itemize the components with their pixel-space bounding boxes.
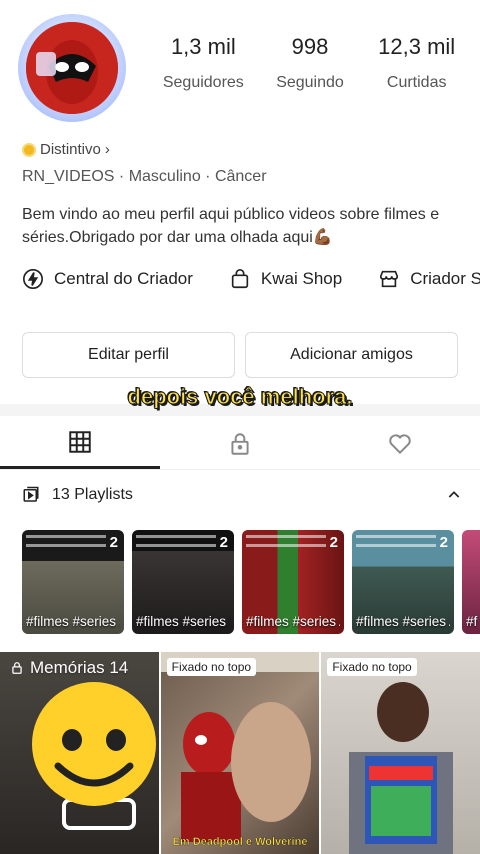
- playlist-title: #filmes #series #ce...: [26, 614, 120, 629]
- content-tabs: [0, 418, 480, 470]
- video-cell[interactable]: Fixado no topo: [321, 652, 480, 854]
- memories-cell[interactable]: Memórias 14: [0, 652, 159, 854]
- pinned-badge: Fixado no topo: [327, 658, 417, 676]
- playlist-thumb-text: [26, 544, 106, 547]
- playlist-title: #filmes #series Abe...: [246, 614, 340, 629]
- edit-profile-button[interactable]: Editar perfil: [22, 332, 235, 378]
- video-thumbnail: [349, 682, 454, 854]
- pinned-badge: Fixado no topo: [166, 658, 257, 676]
- following-label: Seguindo: [276, 74, 344, 91]
- heart-icon: [389, 433, 411, 454]
- shortcut-creator-store[interactable]: Criador S: [378, 268, 480, 290]
- following-count: 998: [291, 34, 329, 59]
- badge-link[interactable]: Distintivo ›: [22, 141, 110, 158]
- profile-stats: 1,3 mil Seguidores 998 Seguindo 12,3 mil…: [150, 34, 470, 92]
- video-grid: Memórias 14 Fixado no topo Em Deadpool e…: [0, 652, 480, 854]
- video-cell[interactable]: Fixado no topo Em Deadpool e Wolverine: [160, 652, 320, 854]
- likes-stat[interactable]: 12,3 mil Curtidas: [363, 34, 470, 92]
- memories-label: Memórias 14: [10, 658, 128, 678]
- followers-count: 1,3 mil: [170, 34, 236, 59]
- badge-label: Distintivo: [40, 141, 101, 158]
- shortcut-label: Kwai Shop: [260, 269, 343, 288]
- playlist-thumb-text: [136, 544, 216, 547]
- playlist-title: #filmes #series "Te...: [136, 614, 230, 629]
- playlists-count: 13 Playlists: [52, 486, 133, 503]
- tab-private[interactable]: [160, 418, 320, 469]
- profile-bio: Bem vindo ao meu perfil aqui público vid…: [22, 206, 440, 246]
- shortcut-label: Central do Criador: [54, 269, 193, 288]
- playlist-icon: [23, 486, 39, 502]
- playlist-thumb-text: [356, 544, 436, 547]
- playlist-thumb-text: [26, 535, 106, 538]
- shortcut-label: Criador S: [410, 269, 480, 288]
- chevron-up-icon[interactable]: [446, 487, 462, 503]
- profile-actions: Editar perfil Adicionar amigos: [22, 332, 458, 378]
- tab-grid[interactable]: [0, 418, 160, 469]
- avatar-image: [26, 22, 118, 114]
- shortcut-row: Central do Criador Kwai Shop Criador S: [22, 268, 480, 290]
- playlist-title: #f #C: [466, 614, 480, 629]
- likes-count: 12,3 mil: [378, 34, 456, 59]
- playlist-card[interactable]: 2 #filmes #series Abe...: [242, 530, 344, 634]
- badge-icon: [22, 142, 36, 157]
- smiley-emoji-icon: [32, 682, 156, 830]
- profile-meta: RN_VIDEOS · Masculino · Câncer: [22, 168, 267, 185]
- playlist-count: 2: [109, 534, 118, 551]
- profile-avatar[interactable]: [12, 4, 136, 124]
- playlist-thumb-text: [356, 535, 436, 538]
- playlist-count: 2: [219, 534, 228, 551]
- shortcut-creator-center[interactable]: Central do Criador: [22, 268, 193, 290]
- playlist-thumb-text: [136, 535, 216, 538]
- playlist-count: 2: [439, 534, 448, 551]
- playlist-thumb-text: [246, 535, 326, 538]
- video-caption: Em Deadpool e Wolverine: [172, 836, 308, 848]
- playlist-count: 2: [329, 534, 338, 551]
- playlist-thumb-text: [246, 544, 326, 547]
- chevron-right-icon: ›: [104, 141, 110, 158]
- video-thumbnail: [160, 652, 319, 842]
- followers-stat[interactable]: 1,3 mil Seguidores: [150, 34, 257, 92]
- playlist-card[interactable]: 2 #filmes #series Abe...: [352, 530, 454, 634]
- shortcut-kwai-shop[interactable]: Kwai Shop: [229, 268, 342, 290]
- store-icon: [380, 270, 399, 288]
- add-friends-button[interactable]: Adicionar amigos: [245, 332, 458, 378]
- tab-liked[interactable]: [320, 418, 480, 469]
- playlist-card[interactable]: 2 #filmes #series #ce...: [22, 530, 124, 634]
- playlist-card[interactable]: #f #C: [462, 530, 480, 634]
- bag-icon: [231, 269, 249, 289]
- followers-label: Seguidores: [162, 74, 244, 91]
- video-subtitle-overlay: depois você melhora.: [127, 384, 353, 410]
- following-stat[interactable]: 998 Seguindo: [257, 34, 364, 92]
- playlist-strip: 2 #filmes #series #ce... 2 #filmes #seri…: [22, 530, 480, 634]
- lock-icon: [12, 662, 22, 674]
- lock-icon: [231, 432, 249, 455]
- playlist-title: #filmes #series Abe...: [356, 614, 450, 629]
- bolt-icon: [23, 269, 43, 289]
- likes-label: Curtidas: [386, 74, 447, 91]
- grid-icon: [69, 431, 91, 453]
- playlists-header[interactable]: 13 Playlists: [22, 486, 462, 504]
- memories-text: Memórias 14: [30, 658, 129, 677]
- playlist-card[interactable]: 2 #filmes #series "Te...: [132, 530, 234, 634]
